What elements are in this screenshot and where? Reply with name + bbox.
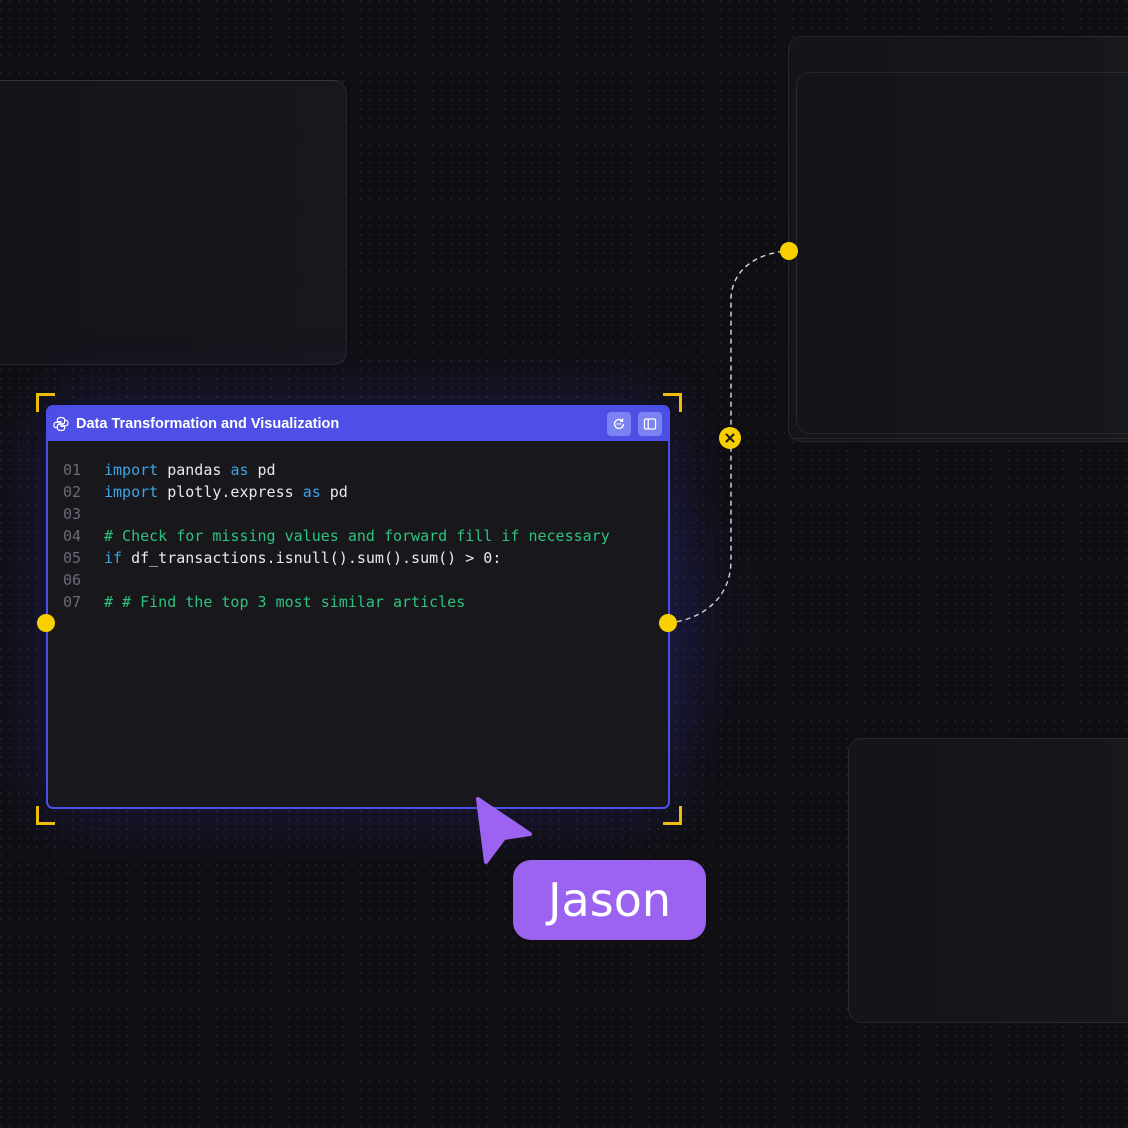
code-text: # # Find the top 3 most similar articles	[104, 591, 465, 613]
target-input-port[interactable]	[780, 242, 798, 260]
code-token: pd	[320, 483, 348, 501]
toggle-panel-button[interactable]	[638, 412, 662, 436]
code-text: # Check for missing values and forward f…	[104, 525, 610, 547]
code-keyword: import	[104, 483, 159, 501]
code-line[interactable]: 02 import plotly.express as pd	[48, 481, 668, 503]
background-node-top-left	[0, 80, 347, 365]
code-editor[interactable]: 01 import pandas as pd 02 import plotly.exp…	[48, 441, 668, 613]
canvas-divider	[0, 80, 345, 81]
close-icon	[724, 432, 736, 444]
line-number: 01	[63, 461, 82, 479]
code-token: plotly.express	[158, 483, 303, 501]
refresh-icon	[612, 417, 626, 431]
input-port[interactable]	[37, 614, 55, 632]
code-text: if df_transactions.isnull().sum().sum() …	[104, 547, 501, 569]
line-number: 05	[63, 549, 82, 567]
line-number: 04	[63, 527, 82, 545]
code-text: import pandas as pd	[104, 459, 276, 481]
line-number: 03	[63, 505, 82, 523]
code-comment: # # Find the top 3 most similar articles	[104, 593, 466, 611]
code-comment: # Check for missing values and forward f…	[104, 527, 610, 545]
background-node-bottom-right	[848, 738, 1128, 1023]
code-keyword: if	[104, 549, 123, 567]
selection-corner-bottom-right	[663, 806, 682, 825]
code-keyword: as	[302, 483, 321, 501]
sidebar-panel-icon	[643, 417, 657, 431]
code-line[interactable]: 05 if df_transactions.isnull().sum().sum(…	[48, 547, 668, 569]
workflow-canvas[interactable]: Data Transformation and Visualization 01…	[0, 0, 1128, 1128]
code-node[interactable]: Data Transformation and Visualization 01…	[46, 405, 670, 809]
background-node-top-right	[796, 72, 1128, 434]
code-node-header[interactable]: Data Transformation and Visualization	[48, 407, 668, 441]
code-keyword: as	[230, 461, 249, 479]
python-icon	[52, 415, 70, 433]
code-line[interactable]: 04 # Check for missing values and forward…	[48, 525, 668, 547]
line-number: 07	[63, 593, 82, 611]
code-keyword: import	[104, 461, 159, 479]
code-text: import plotly.express as pd	[104, 481, 348, 503]
collaborator-name-tag: Jason	[513, 860, 706, 940]
code-line[interactable]: 06	[48, 569, 668, 591]
code-token: pd	[248, 461, 276, 479]
line-number: 06	[63, 571, 82, 589]
collaborator-cursor-icon	[476, 797, 532, 864]
refresh-button[interactable]	[607, 412, 631, 436]
code-token: pandas	[158, 461, 231, 479]
code-token: df_transactions.isnull().sum().sum() > 0…	[122, 549, 502, 567]
code-line[interactable]: 01 import pandas as pd	[48, 459, 668, 481]
code-line[interactable]: 03	[48, 503, 668, 525]
output-port[interactable]	[659, 614, 677, 632]
canvas-divider	[788, 438, 1128, 439]
remove-connection-button[interactable]	[719, 427, 741, 449]
node-title: Data Transformation and Visualization	[76, 416, 340, 432]
code-line[interactable]: 07 # # Find the top 3 most similar articl…	[48, 591, 668, 613]
line-number: 02	[63, 483, 82, 501]
